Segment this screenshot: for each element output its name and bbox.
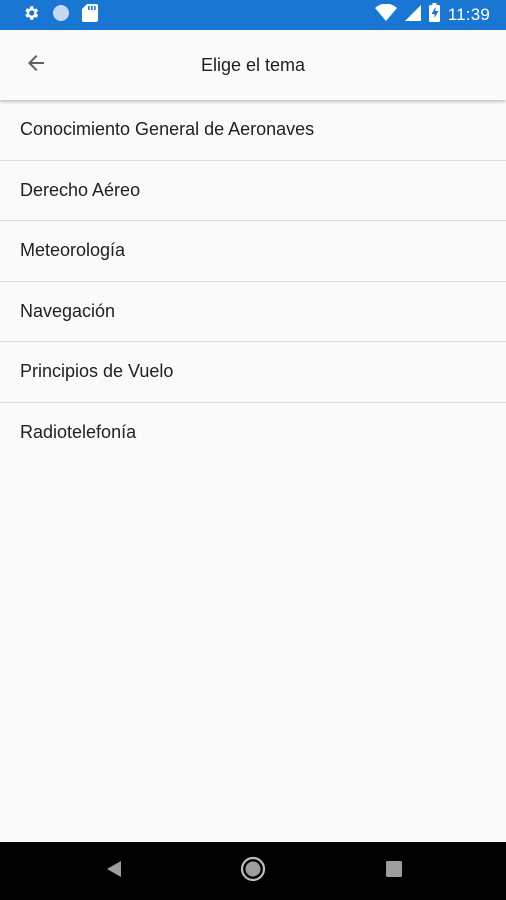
sd-card-icon — [82, 3, 98, 27]
status-time: 11:39 — [447, 5, 490, 24]
list-item[interactable]: Meteorología — [0, 221, 506, 282]
list-item[interactable]: Principios de Vuelo — [0, 342, 506, 403]
status-left — [22, 3, 110, 27]
nav-recent-icon — [385, 860, 403, 883]
signal-icon — [404, 4, 422, 27]
nav-home-icon — [240, 856, 266, 887]
app-toolbar: Elige el tema — [0, 30, 506, 100]
nav-back-button[interactable] — [84, 842, 144, 900]
status-bar: 11:39 — [0, 0, 506, 30]
nav-back-icon — [105, 859, 123, 884]
gear-icon — [22, 4, 40, 27]
list-item[interactable]: Radiotelefonía — [0, 403, 506, 464]
list-item[interactable]: Navegación — [0, 282, 506, 342]
list-item[interactable]: Conocimiento General de Aeronaves — [0, 100, 506, 161]
nav-recent-button[interactable] — [364, 842, 424, 900]
list-item[interactable]: Derecho Aéreo — [0, 161, 506, 221]
circle-icon — [52, 4, 70, 27]
page-title: Elige el tema — [200, 55, 306, 75]
navigation-bar — [0, 842, 506, 900]
status-right: 11:39 — [368, 3, 490, 27]
nav-home-button[interactable] — [223, 842, 283, 900]
screen: 11:39 Elige el tema Conocimiento General… — [0, 0, 506, 900]
wifi-icon — [374, 3, 397, 27]
topic-list: Conocimiento General de Aeronaves Derech… — [0, 100, 506, 463]
battery-charging-icon — [428, 3, 440, 27]
